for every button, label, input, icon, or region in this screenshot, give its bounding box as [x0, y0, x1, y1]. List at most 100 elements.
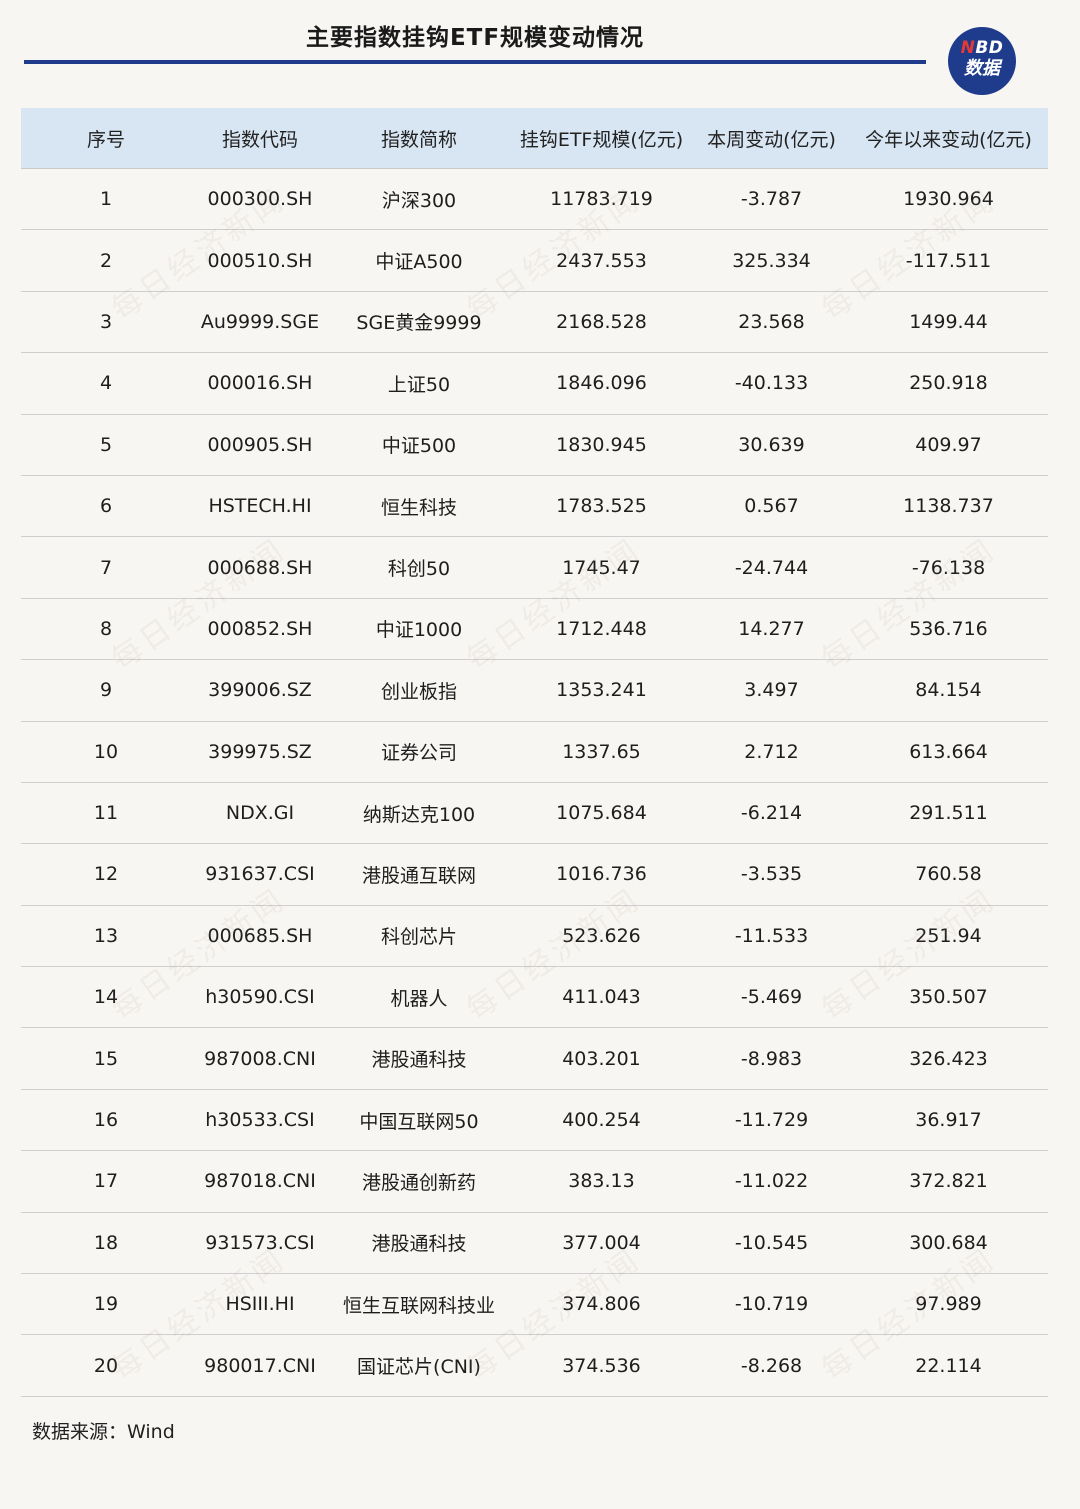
cell-etf-size: 1337.65	[509, 721, 694, 783]
table-row: 7 000688.SH 科创50 1745.47 -24.744 -76.138	[21, 536, 1048, 599]
cell-weekly-change: -11.729	[694, 1089, 849, 1152]
cell-ytd-change: 1138.737	[849, 475, 1048, 538]
cell-index-number: 7	[21, 536, 191, 599]
cell-index-code: 000016.SH	[191, 352, 329, 415]
cell-weekly-change: 30.639	[694, 414, 849, 476]
logo-top-text: NBD	[960, 38, 1004, 58]
cell-index-code: 399975.SZ	[191, 721, 329, 783]
cell-etf-size: 383.13	[509, 1150, 694, 1213]
cell-index-name: 港股通科技	[329, 1212, 509, 1275]
cell-index-code: 931637.CSI	[191, 843, 329, 906]
cell-index-number: 15	[21, 1027, 191, 1090]
cell-etf-size: 11783.719	[509, 168, 694, 231]
cell-index-number: 9	[21, 659, 191, 722]
cell-ytd-change: 1930.964	[849, 168, 1048, 231]
column-header-ytd-change: 今年以来变动(亿元)	[849, 108, 1048, 169]
cell-etf-size: 2437.553	[509, 229, 694, 292]
cell-weekly-change: 2.712	[694, 721, 849, 783]
cell-ytd-change: 760.58	[849, 843, 1048, 906]
cell-index-number: 16	[21, 1089, 191, 1152]
nbd-logo: NBD 数据	[948, 27, 1016, 95]
cell-weekly-change: -40.133	[694, 352, 849, 415]
column-header-index-name: 指数简称	[329, 108, 509, 169]
cell-index-number: 11	[21, 782, 191, 845]
cell-index-code: 000510.SH	[191, 229, 329, 292]
cell-index-name: 创业板指	[329, 659, 509, 722]
table-row: 18 931573.CSI 港股通科技 377.004 -10.545 300.684	[21, 1212, 1048, 1275]
cell-weekly-change: 3.497	[694, 659, 849, 722]
cell-etf-size: 403.201	[509, 1027, 694, 1090]
cell-etf-size: 377.004	[509, 1212, 694, 1275]
cell-index-name: 沪深300	[329, 168, 509, 231]
cell-ytd-change: 250.918	[849, 352, 1048, 415]
cell-index-name: 港股通科技	[329, 1027, 509, 1090]
cell-ytd-change: 291.511	[849, 782, 1048, 845]
cell-index-name: 机器人	[329, 966, 509, 1029]
cell-etf-size: 374.806	[509, 1273, 694, 1336]
cell-weekly-change: -3.787	[694, 168, 849, 231]
cell-etf-size: 1353.241	[509, 659, 694, 722]
table-row: 17 987018.CNI 港股通创新药 383.13 -11.022 372.821	[21, 1150, 1048, 1213]
cell-index-number: 4	[21, 352, 191, 415]
cell-index-number: 14	[21, 966, 191, 1029]
cell-index-name: 纳斯达克100	[329, 782, 509, 845]
table-row: 2 000510.SH 中证A500 2437.553 325.334 -117.511	[21, 229, 1048, 292]
cell-ytd-change: 84.154	[849, 659, 1048, 722]
cell-etf-size: 400.254	[509, 1089, 694, 1152]
cell-index-code: h30533.CSI	[191, 1089, 329, 1152]
cell-index-code: 000300.SH	[191, 168, 329, 231]
table-row: 8 000852.SH 中证1000 1712.448 14.277 536.716	[21, 598, 1048, 661]
cell-index-code: 987018.CNI	[191, 1150, 329, 1213]
cell-index-name: 证券公司	[329, 721, 509, 783]
page-title: 主要指数挂钩ETF规模变动情况	[305, 25, 645, 51]
cell-index-name: 科创芯片	[329, 905, 509, 968]
cell-index-number: 1	[21, 168, 191, 231]
cell-index-number: 6	[21, 475, 191, 538]
cell-weekly-change: -24.744	[694, 536, 849, 599]
cell-weekly-change: -5.469	[694, 966, 849, 1029]
cell-index-number: 3	[21, 291, 191, 354]
cell-weekly-change: -8.983	[694, 1027, 849, 1090]
table-row: 19 HSIII.HI 恒生互联网科技业 374.806 -10.719 97.989	[21, 1273, 1048, 1336]
cell-index-number: 2	[21, 229, 191, 292]
cell-weekly-change: -8.268	[694, 1334, 849, 1397]
table-row: 9 399006.SZ 创业板指 1353.241 3.497 84.154	[21, 659, 1048, 722]
cell-index-code: NDX.GI	[191, 782, 329, 845]
cell-index-name: SGE黄金9999	[329, 291, 509, 354]
column-header-weekly-change: 本周变动(亿元)	[694, 108, 849, 169]
etf-table-container: 序号 指数代码 指数简称 挂钩ETF规模(亿元) 本周变动(亿元) 今年以来变动(亿元) …	[21, 108, 1048, 1397]
cell-ytd-change: 613.664	[849, 721, 1048, 783]
table-row: 15 987008.CNI 港股通科技 403.201 -8.983 326.423	[21, 1027, 1048, 1090]
cell-index-name: 中证500	[329, 414, 509, 476]
cell-index-code: HSIII.HI	[191, 1273, 329, 1336]
cell-ytd-change: -76.138	[849, 536, 1048, 599]
table-row: 13 000685.SH 科创芯片 523.626 -11.533 251.94	[21, 905, 1048, 968]
cell-ytd-change: 97.989	[849, 1273, 1048, 1336]
cell-index-name: 恒生互联网科技业	[329, 1273, 509, 1336]
cell-index-code: 000852.SH	[191, 598, 329, 661]
cell-weekly-change: -10.719	[694, 1273, 849, 1336]
cell-index-name: 上证50	[329, 352, 509, 415]
cell-ytd-change: 326.423	[849, 1027, 1048, 1090]
table-row: 10 399975.SZ 证券公司 1337.65 2.712 613.664	[21, 721, 1048, 783]
cell-index-name: 中证1000	[329, 598, 509, 661]
cell-index-code: h30590.CSI	[191, 966, 329, 1029]
cell-index-number: 12	[21, 843, 191, 906]
cell-index-name: 科创50	[329, 536, 509, 599]
cell-index-code: 931573.CSI	[191, 1212, 329, 1275]
cell-ytd-change: -117.511	[849, 229, 1048, 292]
table-row: 3 Au9999.SGE SGE黄金9999 2168.528 23.568 1499.4…	[21, 291, 1048, 354]
cell-etf-size: 1783.525	[509, 475, 694, 538]
cell-index-code: 987008.CNI	[191, 1027, 329, 1090]
cell-weekly-change: -10.545	[694, 1212, 849, 1275]
table-row: 5 000905.SH 中证500 1830.945 30.639 409.97	[21, 414, 1048, 476]
cell-weekly-change: 0.567	[694, 475, 849, 538]
cell-weekly-change: -6.214	[694, 782, 849, 845]
cell-index-name: 中国互联网50	[329, 1089, 509, 1152]
cell-etf-size: 1712.448	[509, 598, 694, 661]
cell-etf-size: 2168.528	[509, 291, 694, 354]
cell-index-number: 20	[21, 1334, 191, 1397]
cell-etf-size: 1830.945	[509, 414, 694, 476]
cell-index-number: 17	[21, 1150, 191, 1213]
cell-etf-size: 411.043	[509, 966, 694, 1029]
